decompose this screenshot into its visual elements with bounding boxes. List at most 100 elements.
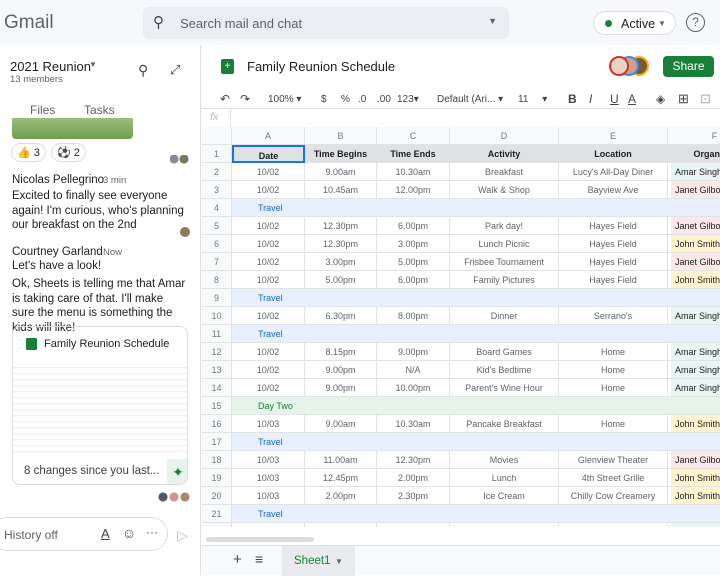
- table-cell[interactable]: Amar Singh: [668, 361, 720, 379]
- table-cell[interactable]: 10/02: [232, 181, 305, 199]
- column-header[interactable]: C: [377, 127, 450, 145]
- table-cell[interactable]: John Smith: [668, 271, 720, 289]
- font-select[interactable]: Default (Ari... ▾: [437, 94, 503, 105]
- redo-icon[interactable]: ↷: [240, 92, 250, 106]
- column-header[interactable]: B: [305, 127, 377, 145]
- table-cell[interactable]: Amar Singh: [668, 307, 720, 325]
- row-header[interactable]: 13: [202, 361, 232, 379]
- fill-color-icon[interactable]: ◈: [656, 92, 665, 106]
- share-button[interactable]: Share: [663, 56, 714, 77]
- table-cell[interactable]: Hayes Field: [559, 253, 668, 271]
- column-header[interactable]: E: [559, 127, 668, 145]
- table-cell[interactable]: Hayes Field: [559, 235, 668, 253]
- table-cell[interactable]: 9.00pm: [305, 361, 377, 379]
- horizontal-scrollbar[interactable]: [206, 537, 314, 542]
- merge-cells-icon[interactable]: ⊡: [700, 91, 711, 107]
- row-header[interactable]: 20: [202, 523, 232, 527]
- table-cell[interactable]: 12.00pm: [377, 181, 450, 199]
- table-cell[interactable]: Ice Cream: [450, 487, 559, 505]
- section-band-row[interactable]: Day Two: [232, 397, 720, 415]
- row-header[interactable]: 19: [202, 469, 232, 487]
- table-cell[interactable]: Amar Singh: [668, 163, 720, 181]
- table-cell[interactable]: 10/02: [232, 361, 305, 379]
- table-cell[interactable]: Museum Day: [450, 523, 559, 527]
- table-cell[interactable]: John Smith: [668, 415, 720, 433]
- table-cell[interactable]: Glenview Science Center: [559, 523, 668, 527]
- table-cell[interactable]: N/A: [377, 361, 450, 379]
- table-cell[interactable]: 8.00pm: [377, 307, 450, 325]
- table-cell[interactable]: 10/02: [232, 271, 305, 289]
- table-cell[interactable]: Chilly Cow Creamery: [559, 487, 668, 505]
- help-icon[interactable]: ?: [686, 13, 705, 32]
- row-header[interactable]: 10: [202, 307, 232, 325]
- header-cell[interactable]: Time Ends: [377, 145, 450, 163]
- table-cell[interactable]: Pancake Breakfast: [450, 415, 559, 433]
- table-cell[interactable]: 10/02: [232, 379, 305, 397]
- header-cell[interactable]: Location: [559, 145, 668, 163]
- percent-button[interactable]: %: [341, 94, 350, 105]
- section-band-row[interactable]: Travel: [232, 433, 720, 451]
- table-cell[interactable]: 3.00pm: [305, 523, 377, 527]
- increase-decimal-button[interactable]: .00: [377, 94, 391, 105]
- row-header[interactable]: 16: [202, 415, 232, 433]
- table-cell[interactable]: Lunch Picnic: [450, 235, 559, 253]
- search-icon[interactable]: ⚲: [138, 62, 148, 79]
- table-cell[interactable]: Janet Gilboa: [668, 181, 720, 199]
- table-cell[interactable]: 10/02: [232, 235, 305, 253]
- table-cell[interactable]: 5.00pm: [377, 253, 450, 271]
- header-cell[interactable]: Organizer: [668, 145, 720, 163]
- reaction-thumbs-up[interactable]: 👍 3: [11, 143, 46, 162]
- text-color-button[interactable]: A: [628, 92, 636, 106]
- table-cell[interactable]: 10/02: [232, 343, 305, 361]
- search-bar[interactable]: ⚲ Search mail and chat ▼: [143, 7, 509, 39]
- row-header[interactable]: 12: [202, 343, 232, 361]
- tab-tasks[interactable]: Tasks: [84, 103, 115, 117]
- decrease-decimal-button[interactable]: .0: [358, 94, 366, 105]
- row-header[interactable]: 17: [202, 433, 232, 451]
- header-cell[interactable]: Date: [232, 145, 305, 163]
- row-header[interactable]: 5: [202, 217, 232, 235]
- undo-icon[interactable]: ↶: [220, 92, 230, 106]
- table-cell[interactable]: 10/03: [232, 523, 305, 527]
- shared-photo[interactable]: [12, 118, 133, 139]
- table-cell[interactable]: Glenview Theater: [559, 451, 668, 469]
- table-cell[interactable]: Janet Gilboa: [668, 451, 720, 469]
- formula-bar[interactable]: [230, 109, 720, 127]
- table-cell[interactable]: 9.00pm: [377, 343, 450, 361]
- row-header[interactable]: 14: [202, 379, 232, 397]
- table-cell[interactable]: Bayview Ave: [559, 181, 668, 199]
- table-cell[interactable]: Movies: [450, 451, 559, 469]
- column-header[interactable]: D: [450, 127, 559, 145]
- table-cell[interactable]: 10.30am: [377, 163, 450, 181]
- table-cell[interactable]: 6.00pm: [377, 217, 450, 235]
- table-cell[interactable]: 6.00pm: [377, 271, 450, 289]
- row-header[interactable]: 3: [202, 181, 232, 199]
- table-cell[interactable]: 10.30am: [377, 415, 450, 433]
- status-selector[interactable]: Active ▼: [593, 11, 676, 35]
- table-cell[interactable]: Breakfast: [450, 163, 559, 181]
- row-header[interactable]: 2: [202, 163, 232, 181]
- select-all-corner[interactable]: [202, 127, 232, 145]
- sheet-tab[interactable]: Sheet1 ▼: [282, 546, 355, 576]
- table-cell[interactable]: Amar Singh: [668, 379, 720, 397]
- row-header[interactable]: 6: [202, 235, 232, 253]
- table-cell[interactable]: 8.15pm: [305, 343, 377, 361]
- table-cell[interactable]: John Smith: [668, 235, 720, 253]
- row-header[interactable]: 1: [202, 145, 232, 163]
- currency-button[interactable]: $: [321, 94, 327, 105]
- emoji-icon[interactable]: ☺: [122, 525, 136, 541]
- table-cell[interactable]: Walk & Shop: [450, 181, 559, 199]
- number-format-button[interactable]: 123▾: [397, 94, 419, 105]
- table-cell[interactable]: Hayes Field: [559, 271, 668, 289]
- table-cell[interactable]: Lunch: [450, 469, 559, 487]
- row-header[interactable]: 15: [202, 397, 232, 415]
- table-cell[interactable]: Home: [559, 379, 668, 397]
- row-header[interactable]: 8: [202, 271, 232, 289]
- table-cell[interactable]: 3.00pm: [377, 235, 450, 253]
- sheet-preview-card[interactable]: Family Reunion Schedule 8 changes since …: [12, 326, 188, 485]
- table-cell[interactable]: Amar Singh: [668, 523, 720, 527]
- table-cell[interactable]: Kid's Bedtime: [450, 361, 559, 379]
- search-options-icon[interactable]: ▼: [488, 16, 497, 26]
- table-cell[interactable]: 10/03: [232, 415, 305, 433]
- table-cell[interactable]: John Smith: [668, 469, 720, 487]
